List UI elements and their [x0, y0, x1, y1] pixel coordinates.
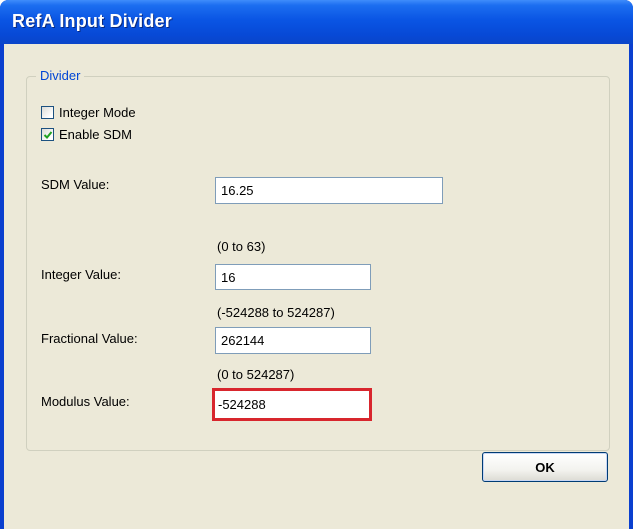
divider-group-legend: Divider: [36, 68, 85, 83]
fractional-range-hint: (-524288 to 524287): [217, 305, 335, 320]
integer-value-text: 16: [221, 269, 236, 285]
integer-value-label: Integer Value:: [41, 267, 121, 282]
fractional-value-text: 262144: [221, 333, 265, 348]
sdm-value-text: 16.25: [221, 183, 254, 198]
window-title: RefA Input Divider: [12, 11, 172, 31]
checkmark-icon: [43, 130, 53, 139]
title-bar[interactable]: RefA Input Divider: [0, 0, 633, 44]
modulus-value-input[interactable]: -524288: [212, 388, 372, 421]
integer-mode-checkbox[interactable]: [41, 105, 54, 119]
fractional-value-input[interactable]: 262144: [215, 327, 371, 354]
integer-range-hint: (0 to 63): [217, 239, 266, 254]
modulus-value-label: Modulus Value:: [41, 394, 130, 409]
integer-mode-label[interactable]: Integer Mode: [59, 105, 136, 120]
fractional-value-label: Fractional Value:: [41, 331, 138, 346]
enable-sdm-checkbox-row[interactable]: Enable SDM: [41, 125, 132, 143]
integer-value-input[interactable]: 16: [215, 264, 371, 290]
sdm-value-label: SDM Value:: [41, 177, 110, 192]
enable-sdm-label[interactable]: Enable SDM: [59, 127, 132, 142]
ok-button[interactable]: OK: [482, 452, 608, 482]
integer-mode-checkbox-row[interactable]: Integer Mode: [41, 103, 136, 121]
ok-button-label: OK: [535, 459, 555, 475]
modulus-range-hint: (0 to 524287): [217, 367, 295, 382]
dialog-window: RefA Input Divider Divider Integer Mode …: [0, 0, 633, 529]
modulus-value-text: -524288: [218, 397, 266, 412]
enable-sdm-checkbox[interactable]: [41, 127, 54, 141]
dialog-client-area: Divider Integer Mode Enable SDM SDM Valu…: [4, 44, 629, 529]
sdm-value-input[interactable]: 16.25: [215, 177, 443, 204]
